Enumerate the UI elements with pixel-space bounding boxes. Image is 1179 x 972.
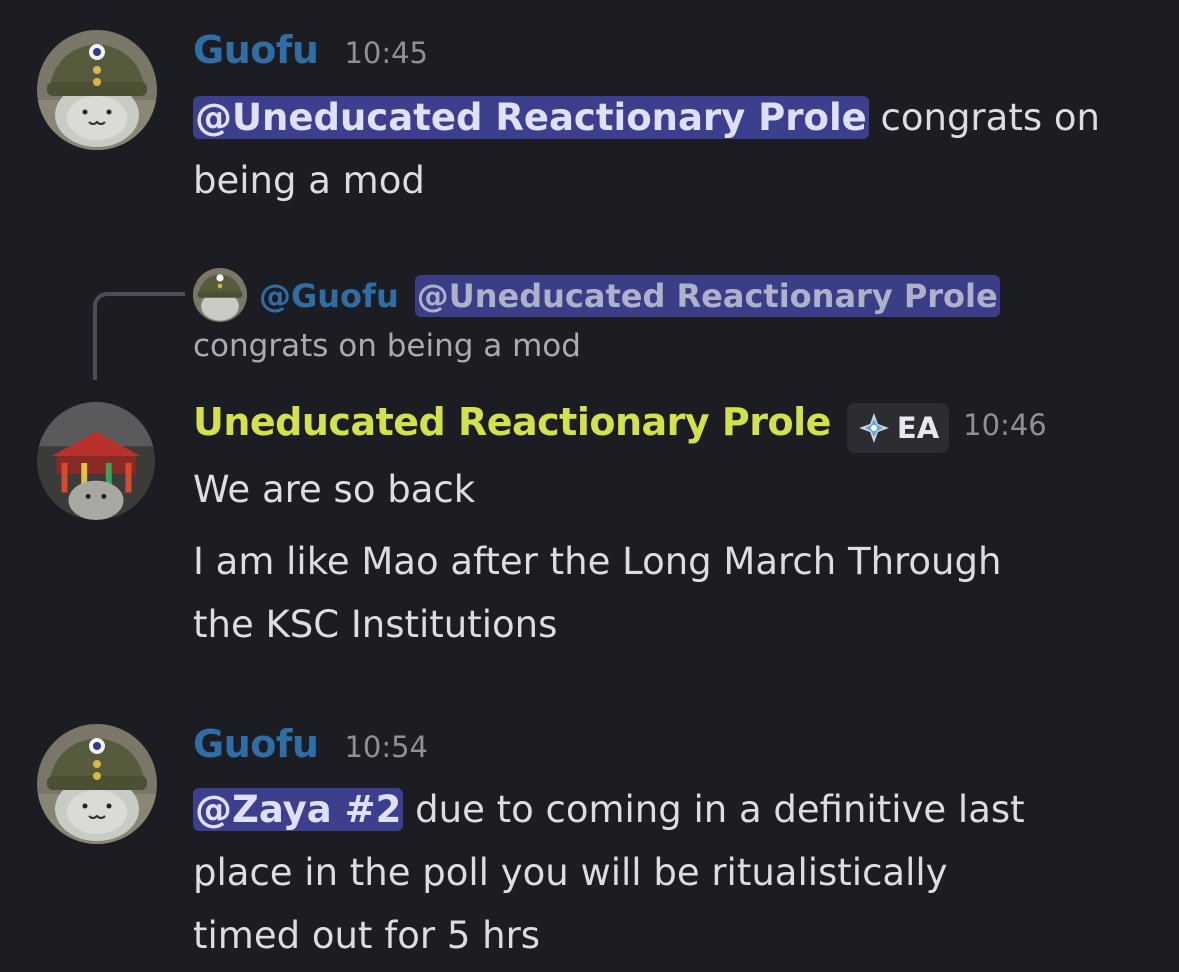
chat-messages: Guofu 10:45 @Uneducated Reactionary Prol… xyxy=(0,0,1179,972)
guofu-avatar-image xyxy=(37,724,157,844)
message-text-part: congrats on xyxy=(868,96,1100,139)
message-text: @Uneducated Reactionary Prole congrats o… xyxy=(193,86,1100,212)
author-name[interactable]: Uneducated Reactionary Prole xyxy=(193,400,831,444)
avatar-guofu[interactable] xyxy=(37,724,157,844)
message-text: I am like Mao after the Long March Throu… xyxy=(193,530,1001,656)
author-name[interactable]: Guofu xyxy=(193,28,319,72)
timestamp: 10:46 xyxy=(963,408,1047,442)
reply-preview[interactable]: @Guofu @Uneducated Reactionary Prole xyxy=(259,270,1000,322)
reply-connector xyxy=(93,292,185,380)
reply-avatar-guofu[interactable] xyxy=(193,268,247,322)
timestamp: 10:45 xyxy=(344,36,429,70)
message-text-part: I am like Mao after the Long March Throu… xyxy=(193,540,1002,583)
message-text-part: the KSC Institutions xyxy=(193,603,558,646)
reply-author[interactable]: @Guofu xyxy=(259,277,399,315)
message-text-part: being a mod xyxy=(193,159,425,202)
prole-avatar-image xyxy=(37,402,155,520)
message-header: Guofu 10:54 xyxy=(193,722,428,772)
reply-mention[interactable]: @Uneducated Reactionary Prole xyxy=(414,275,1000,317)
timestamp: 10:54 xyxy=(344,730,429,764)
avatar-prole[interactable] xyxy=(37,402,155,520)
message-text-part: due to coming in a definitive last xyxy=(403,788,1025,831)
user-mention[interactable]: @Uneducated Reactionary Prole xyxy=(193,96,869,139)
reply-text[interactable]: congrats on being a mod xyxy=(193,328,581,364)
guofu-avatar-image xyxy=(37,30,157,150)
role-badge[interactable]: EA xyxy=(846,403,950,453)
user-mention[interactable]: @Zaya #2 xyxy=(193,788,404,831)
author-name[interactable]: Guofu xyxy=(193,722,319,766)
message-header: Guofu 10:45 xyxy=(193,28,428,78)
message-header: Uneducated Reactionary Prole EA 10:46 xyxy=(193,400,1047,453)
avatar-guofu[interactable] xyxy=(37,30,157,150)
message-text: @Zaya #2 due to coming in a definitive l… xyxy=(193,778,1025,967)
message-text: We are so back xyxy=(193,468,476,511)
message-text-part: place in the poll you will be ritualisti… xyxy=(193,851,948,894)
badge-label: EA xyxy=(896,411,940,445)
diamond-compass-icon xyxy=(858,413,889,443)
guofu-avatar-image xyxy=(193,268,247,322)
message-text-part: timed out for 5 hrs xyxy=(193,914,541,957)
